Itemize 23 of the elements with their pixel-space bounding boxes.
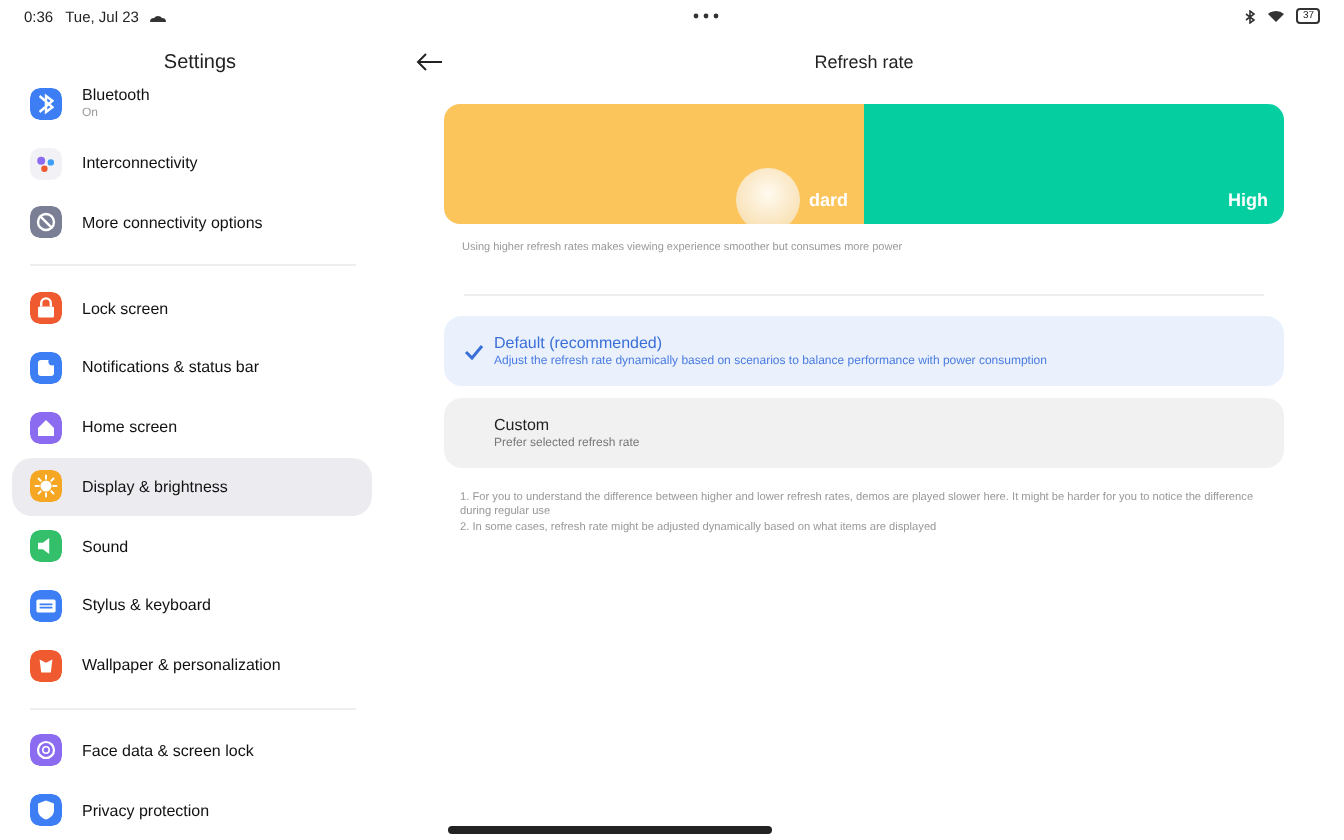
preview-label: dard <box>808 190 848 210</box>
option-title: Default (recommended) <box>494 334 665 352</box>
wifi-icon <box>1268 10 1285 22</box>
sidebar-item[interactable]: Face data & screen lock <box>12 721 372 781</box>
sidebar-item[interactable]: Stylus & keyboard <box>12 576 372 636</box>
sidebar-item[interactable]: Wallpaper & personalization <box>12 635 372 695</box>
preview-label: High <box>1228 190 1268 210</box>
sidebar-item[interactable]: Sound <box>12 516 372 576</box>
sidebar-item[interactable]: More connectivity options <box>12 193 372 253</box>
back-icon[interactable] <box>416 52 444 72</box>
option-title: Custom <box>494 416 552 434</box>
check-icon <box>464 341 484 361</box>
bluetooth-icon <box>1244 9 1257 23</box>
sidebar-item[interactable]: Notifications & status bar <box>12 338 372 398</box>
sidebar-title: Settings <box>161 52 239 74</box>
sidebar-item[interactable]: Home screen <box>12 397 372 457</box>
page-title: Refresh rate <box>812 52 916 72</box>
sidebar-item[interactable]: Privacy protection <box>12 780 372 840</box>
more-icon[interactable] <box>691 12 720 20</box>
cloud-icon <box>150 11 167 21</box>
sidebar-item[interactable]: Interconnectivity <box>12 133 372 193</box>
sidebar-item[interactable]: Display & brightness <box>12 457 372 517</box>
sidebar-item[interactable]: Lock screen <box>12 278 372 338</box>
